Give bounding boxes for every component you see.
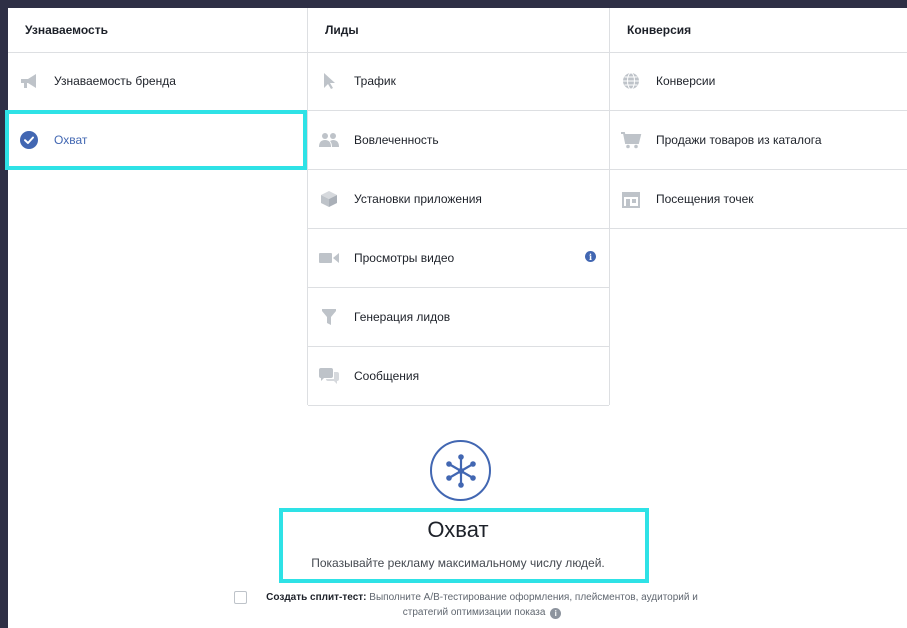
video-camera-icon [318,247,340,269]
objective-app-installs[interactable]: Установки приложения [308,170,609,229]
objective-label: Установки приложения [354,192,482,206]
store-icon [620,188,642,210]
objective-label: Сообщения [354,369,420,383]
split-test-text: Создать сплит-тест: Выполните A/B-тестир… [262,590,702,620]
split-test-checkbox[interactable] [234,591,247,604]
objective-label: Генерация лидов [354,310,451,324]
objective-lead-generation[interactable]: Генерация лидов [308,288,609,347]
objective-label: Посещения точек [656,192,754,206]
objective-store-visits[interactable]: Посещения точек [610,170,907,229]
split-test-option: Создать сплит-тест: Выполните A/B-тестир… [234,590,704,620]
split-test-description: Выполните A/B-тестирование оформления, п… [369,592,698,618]
info-icon[interactable]: i [585,251,596,262]
column-header-leads: Лиды [308,8,609,53]
funnel-icon [318,306,340,328]
objective-description: Показывайте рекламу максимальному числу … [311,556,605,570]
objective-title: Охват [427,517,489,542]
shopping-cart-icon [620,129,642,151]
cursor-icon [318,70,340,92]
objective-traffic[interactable]: Трафик [308,52,609,111]
help-icon[interactable]: i [550,608,562,619]
objective-label: Узнаваемость бренда [54,74,176,88]
column-header-conversion: Конверсия [610,8,907,53]
objective-messages[interactable]: Сообщения [308,347,609,406]
campaign-objective-panel: Узнаваемость Лиды Конверсия Узнаваемость… [5,8,907,628]
objective-label: Вовлеченность [354,133,439,147]
objective-label: Просмотры видео [354,251,455,265]
objective-label: Конверсии [656,74,716,88]
objective-conversions[interactable]: Конверсии [610,52,907,111]
chat-bubbles-icon [318,365,340,387]
objective-engagement[interactable]: Вовлеченность [308,111,609,170]
reach-asterisk-icon [430,440,491,501]
objective-label: Охват [54,133,88,147]
column-header-awareness: Узнаваемость [8,8,307,53]
objective-video-views[interactable]: Просмотры видео i [308,229,609,288]
checkmark-circle-icon [18,129,40,151]
people-icon [318,129,340,151]
objective-reach[interactable]: Охват [8,111,307,170]
box-icon [318,188,340,210]
megaphone-icon [18,70,40,92]
split-test-label: Создать сплит-тест: [266,592,367,603]
objective-brand-awareness[interactable]: Узнаваемость бренда [8,52,307,111]
objective-label: Продажи товаров из каталога [656,133,822,147]
objective-label: Трафик [354,74,396,88]
globe-icon [620,70,642,92]
objective-catalog-sales[interactable]: Продажи товаров из каталога [610,111,907,170]
